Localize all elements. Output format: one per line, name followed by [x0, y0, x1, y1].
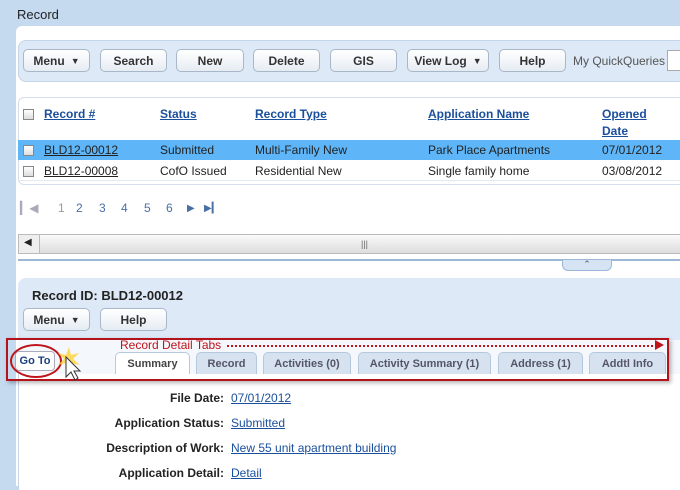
status-cell: Submitted: [160, 143, 215, 157]
row-checkbox[interactable]: [23, 145, 34, 156]
view-log-button[interactable]: View Log ▼: [407, 49, 489, 72]
menu-label: Menu: [33, 312, 65, 327]
search-button[interactable]: Search: [100, 49, 167, 72]
cursor-icon: [58, 347, 82, 381]
quickqueries-select[interactable]: [667, 50, 680, 71]
record-link[interactable]: BLD12-00008: [44, 164, 118, 178]
page-6[interactable]: 6: [166, 201, 173, 215]
annotation-dotted-line: [227, 345, 657, 347]
arrow-right-icon: [655, 340, 664, 350]
detail-help-button[interactable]: Help: [100, 308, 167, 331]
record-link[interactable]: BLD12-00012: [44, 143, 118, 157]
field-label: Application Status:: [114, 416, 224, 430]
help-button[interactable]: Help: [499, 49, 566, 72]
dropdown-icon: ▼: [70, 314, 80, 325]
file-date-link[interactable]: 07/01/2012: [231, 391, 291, 405]
delete-button[interactable]: Delete: [253, 49, 320, 72]
new-button[interactable]: New: [176, 49, 244, 72]
detail-menu-button[interactable]: Menu ▼: [23, 308, 90, 331]
status-cell: CofO Issued: [160, 164, 227, 178]
name-cell: Park Place Apartments: [428, 143, 551, 157]
scroll-thumb[interactable]: |||: [39, 235, 680, 253]
name-cell: Single family home: [428, 164, 530, 178]
last-page-icon[interactable]: ▶▎: [204, 203, 219, 214]
dropdown-icon: ▼: [70, 55, 80, 66]
col-opened-date-2[interactable]: Date: [602, 124, 628, 138]
gis-button[interactable]: GIS: [330, 49, 397, 72]
dropdown-icon: ▼: [472, 55, 482, 66]
menu-button[interactable]: Menu ▼: [23, 49, 90, 72]
col-opened-date[interactable]: Opened: [602, 107, 647, 121]
col-record-type[interactable]: Record Type: [255, 107, 327, 121]
detail-link[interactable]: Detail: [231, 466, 262, 480]
field-label: File Date:: [169, 391, 224, 405]
col-status[interactable]: Status: [160, 107, 197, 121]
view-log-label: View Log: [414, 53, 467, 68]
select-all-checkbox[interactable]: [23, 109, 34, 120]
type-cell: Residential New: [255, 164, 342, 178]
page-5[interactable]: 5: [144, 201, 151, 215]
summary-content: [18, 374, 680, 490]
record-id-title: Record ID: BLD12-00012: [32, 288, 183, 303]
row-checkbox[interactable]: [23, 166, 34, 177]
page-3[interactable]: 3: [99, 201, 106, 215]
page-1: 1: [58, 201, 65, 215]
col-record-number[interactable]: Record #: [44, 107, 95, 121]
table-row[interactable]: BLD12-00008 CofO Issued Residential New …: [18, 161, 680, 181]
table-row[interactable]: BLD12-00012 Submitted Multi-Family New P…: [18, 140, 680, 160]
status-link[interactable]: Submitted: [231, 416, 285, 430]
date-cell: 07/01/2012: [602, 143, 663, 157]
horizontal-scrollbar[interactable]: ◀ |||: [18, 234, 680, 254]
scroll-left-icon[interactable]: ◀: [24, 237, 32, 248]
collapse-icon[interactable]: ⌃: [562, 260, 612, 271]
description-link[interactable]: New 55 unit apartment building: [231, 441, 396, 455]
date-cell: 03/08/2012: [602, 164, 663, 178]
annotation-callout: Record Detail Tabs: [120, 338, 222, 352]
next-page-icon[interactable]: ▶: [187, 203, 195, 214]
quickqueries-label: My QuickQueries: [573, 54, 666, 68]
type-cell: Multi-Family New: [255, 143, 348, 157]
window-title: Record: [17, 7, 59, 22]
field-label: Application Detail:: [118, 466, 224, 480]
col-application-name[interactable]: Application Name: [428, 107, 529, 121]
first-page-icon[interactable]: ▎◀: [20, 201, 38, 215]
page-2[interactable]: 2: [76, 201, 83, 215]
menu-label: Menu: [33, 53, 65, 68]
page-4[interactable]: 4: [121, 201, 128, 215]
field-label: Description of Work:: [106, 441, 224, 455]
